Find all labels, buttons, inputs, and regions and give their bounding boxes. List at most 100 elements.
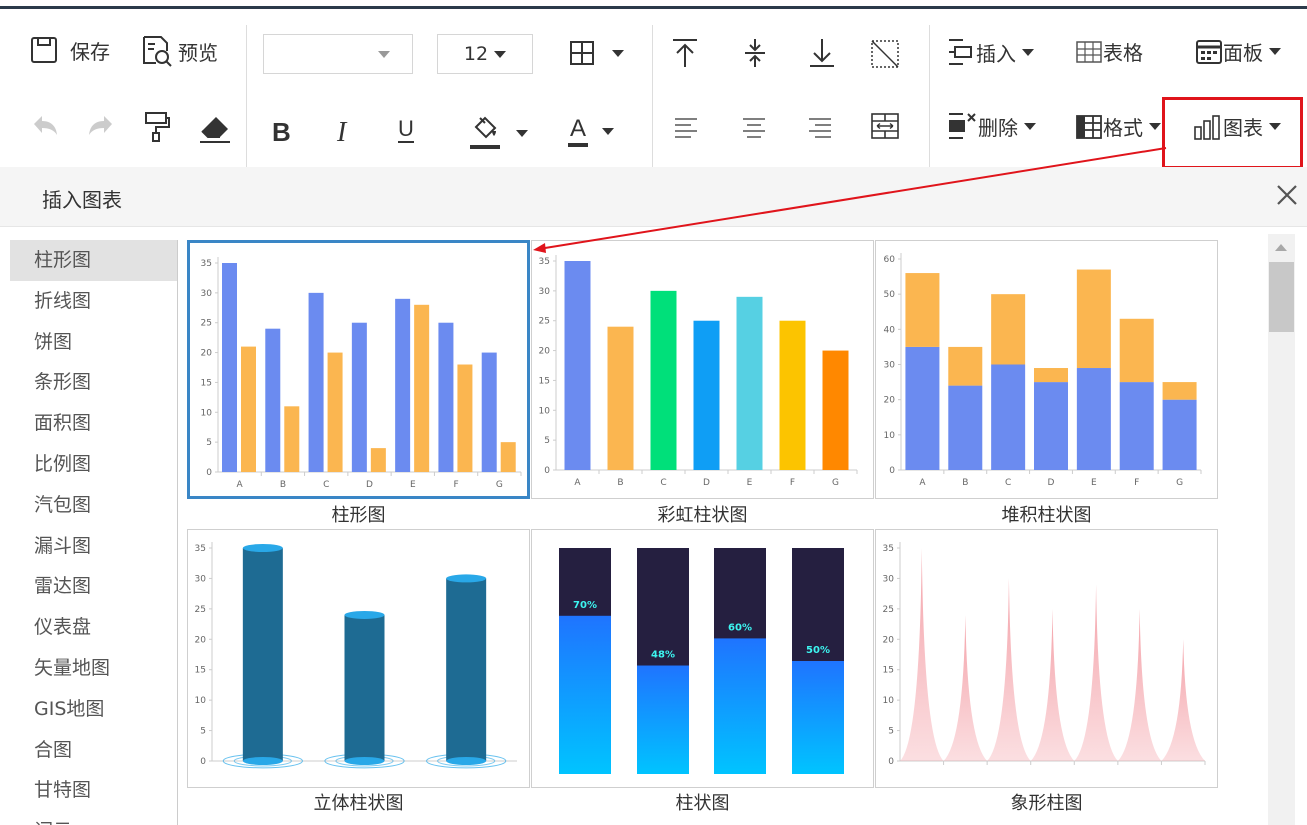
- preview-button[interactable]: 预览: [140, 34, 218, 68]
- scrollbar-thumb[interactable]: [1269, 262, 1294, 332]
- bar: [822, 350, 849, 470]
- bar: [457, 364, 473, 472]
- align-left-button[interactable]: [672, 113, 700, 141]
- chart-thumbnail-svg: 0 5 10 15 20 25 30 35: [883, 542, 1206, 767]
- align-left-icon: [675, 118, 697, 138]
- y-tick-label: 20: [883, 635, 895, 645]
- format-painter-button[interactable]: [142, 110, 172, 142]
- bar: [564, 261, 591, 470]
- border-button[interactable]: [568, 39, 624, 67]
- pictorial-spike: [1030, 608, 1075, 761]
- cylinder-top: [446, 574, 487, 583]
- align-right-button[interactable]: [806, 113, 834, 141]
- sidebar-item[interactable]: 饼图: [10, 322, 177, 363]
- bar: [284, 406, 300, 472]
- panel-button[interactable]: 面板: [1195, 37, 1281, 66]
- y-tick-label: 5: [888, 727, 894, 737]
- align-center-button[interactable]: [740, 113, 768, 141]
- y-tick-label: 25: [201, 319, 212, 329]
- insert-button[interactable]: 插入: [946, 36, 1034, 68]
- y-tick-label: 50: [884, 290, 896, 300]
- bar: [500, 442, 516, 472]
- fill-color-button[interactable]: [468, 113, 528, 153]
- chevron-down-icon: [516, 129, 528, 137]
- preview-label: 预览: [178, 40, 218, 65]
- sidebar-item[interactable]: 矢量地图: [10, 648, 177, 689]
- italic-button[interactable]: I: [337, 117, 346, 149]
- chart-thumbnail-card[interactable]: 0 10 20 30 40 50 60 A B C D E F G: [875, 240, 1218, 499]
- chart-thumbnail-svg: 0 10 20 30 40 50 60 A B C D E F G: [884, 253, 1202, 488]
- x-tick-label: B: [617, 478, 623, 488]
- x-tick-label: F: [1134, 478, 1139, 488]
- chart-thumbnail-card[interactable]: 0 5 10 15 20 25 30 35 A B C D E F G: [187, 240, 530, 499]
- x-tick-label: F: [453, 480, 458, 490]
- clear-format-button[interactable]: [198, 114, 232, 144]
- sidebar-item[interactable]: 折线图: [10, 281, 177, 322]
- sidebar-item[interactable]: GIS地图: [10, 689, 177, 730]
- underline-label: U: [398, 116, 414, 143]
- scroll-up-icon[interactable]: [1275, 244, 1287, 251]
- align-middle-button[interactable]: [740, 37, 770, 69]
- chart-thumbnail-card[interactable]: 0 5 10 15 20 25 30 35 A B C D E F G: [531, 240, 874, 499]
- bar-segment: [991, 364, 1026, 470]
- sidebar-item[interactable]: 词云: [10, 811, 177, 825]
- clear-border-button[interactable]: [870, 39, 900, 69]
- no-border-icon: [871, 40, 899, 68]
- x-tick-label: G: [832, 478, 839, 488]
- sidebar-item[interactable]: 仪表盘: [10, 607, 177, 648]
- save-icon: [31, 37, 57, 63]
- align-top-button[interactable]: [670, 37, 700, 69]
- align-middle-icon: [745, 39, 765, 67]
- chart-thumbnail-card[interactable]: 0 5 10 15 20 25 30 35: [875, 529, 1218, 788]
- italic-label: I: [337, 117, 347, 148]
- chevron-down-icon: [1269, 48, 1281, 55]
- chart-thumbnail-card[interactable]: 0 5 10 15 20 25 30 35: [187, 529, 530, 788]
- format-button[interactable]: 格式: [1075, 112, 1161, 141]
- bold-button[interactable]: B: [272, 117, 291, 148]
- undo-icon: [34, 116, 57, 135]
- y-tick-label: 35: [201, 259, 212, 269]
- pictorial-spike: [1074, 584, 1118, 761]
- sidebar-item[interactable]: 面积图: [10, 403, 177, 444]
- table-button[interactable]: 表格: [1075, 37, 1143, 66]
- cylinder-top: [344, 610, 385, 619]
- redo-button[interactable]: [86, 112, 116, 140]
- y-tick-label: 60: [884, 255, 896, 265]
- y-tick-label: 15: [539, 376, 550, 386]
- sidebar-item[interactable]: 条形图: [10, 362, 177, 403]
- align-bottom-button[interactable]: [807, 37, 837, 69]
- chart-caption: 堆积柱状图: [1001, 505, 1092, 526]
- delete-button[interactable]: 删除: [946, 110, 1036, 142]
- format-label: 格式: [1103, 116, 1143, 140]
- chart-type-sidebar: 柱形图 折线图 饼图 条形图 面积图 比例图 汽包图 漏斗图 雷达图 仪表盘 矢量地图 GIS地图 合图…: [10, 240, 178, 825]
- sidebar-item[interactable]: 雷达图: [10, 566, 177, 607]
- sidebar-item[interactable]: 比例图: [10, 444, 177, 485]
- sidebar-item[interactable]: 甘特图: [10, 770, 177, 811]
- sidebar-item[interactable]: 合图: [10, 730, 177, 771]
- bold-label: B: [272, 117, 291, 147]
- merge-cells-button[interactable]: [870, 111, 900, 141]
- delete-row-icon: [949, 113, 976, 139]
- gallery-scrollbar[interactable]: [1268, 234, 1295, 825]
- paint-bucket-icon: [470, 116, 500, 149]
- font-size-select[interactable]: 12: [437, 34, 533, 74]
- font-color-button[interactable]: A: [568, 115, 615, 147]
- sidebar-item[interactable]: 柱形图: [10, 240, 177, 281]
- panel-title: 插入图表: [42, 188, 122, 212]
- x-tick-label: C: [660, 478, 666, 488]
- cylinder-bar: [344, 614, 385, 761]
- x-tick-label: D: [366, 480, 373, 490]
- sidebar-item[interactable]: 漏斗图: [10, 526, 177, 567]
- undo-button[interactable]: [30, 112, 60, 140]
- save-button[interactable]: 保存: [28, 34, 110, 66]
- chart-thumbnail-card[interactable]: 70% 48% 60% 50%: [531, 529, 874, 788]
- bar: [779, 320, 806, 470]
- format-painter-icon: [145, 112, 170, 142]
- sidebar-item[interactable]: 汽包图: [10, 485, 177, 526]
- x-tick-label: E: [410, 480, 416, 490]
- pictorial-spike: [900, 548, 944, 761]
- underline-button[interactable]: U: [398, 117, 414, 143]
- font-family-select[interactable]: [263, 34, 413, 74]
- align-right-icon: [809, 118, 831, 138]
- close-button[interactable]: [1273, 181, 1301, 209]
